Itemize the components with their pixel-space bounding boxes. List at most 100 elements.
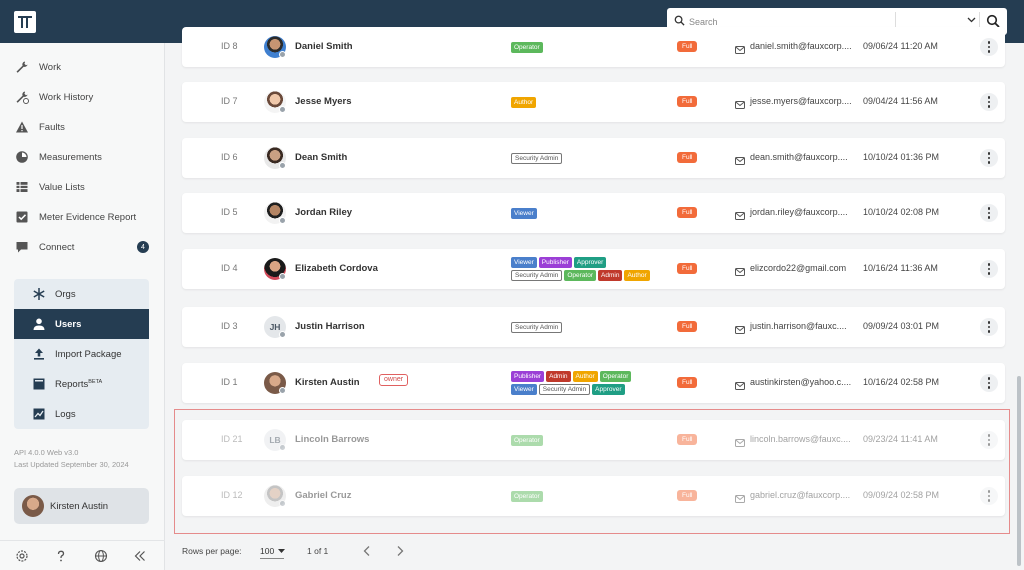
chevron-down-icon[interactable] [967, 17, 976, 23]
user-id: ID 4 [221, 263, 238, 273]
role-tag: Admin [598, 270, 623, 281]
globe-icon[interactable] [94, 549, 108, 563]
chart-line-icon [32, 407, 46, 421]
status-dot [279, 51, 286, 58]
caret-down-icon[interactable] [278, 549, 285, 553]
user-name: Jordan Riley [295, 207, 353, 218]
scrollbar[interactable] [1017, 376, 1021, 566]
page-info: 1 of 1 [307, 546, 329, 556]
next-page-icon[interactable] [395, 545, 405, 557]
version-info: API 4.0.0 Web v3.0 Last Updated Septembe… [14, 447, 129, 471]
sidebar-item-measurements[interactable]: Measurements [0, 142, 165, 172]
table-row[interactable]: ID 8 Daniel Smith Operator Full daniel.smith… [182, 27, 1005, 67]
access-badge: Full [677, 377, 698, 388]
user-name: Elizabeth Cordova [295, 263, 378, 274]
user-name: Kirsten Austin [295, 377, 360, 388]
user-id: ID 6 [221, 152, 238, 162]
more-options-icon[interactable] [980, 149, 998, 167]
user-email: jordan.riley@fauxcorp.... [750, 207, 848, 217]
more-options-icon[interactable] [980, 318, 998, 336]
role-tags: Viewer [511, 193, 671, 233]
role-tag: Author [572, 371, 598, 382]
sidebar-item-value-lists[interactable]: Value Lists [0, 172, 165, 202]
role-tag: Operator [511, 41, 543, 53]
sidebar-item-label: Work [39, 61, 61, 73]
warning-icon [15, 120, 29, 134]
table-row[interactable]: ID 7 Jesse Myers Author Full jesse.myers@fau… [182, 82, 1005, 122]
sidebar-item-label: Meter Evidence Report [39, 211, 137, 223]
more-options-icon[interactable] [980, 374, 998, 392]
sidebar-item-logs[interactable]: Logs [14, 399, 149, 429]
role-tags: Security Admin [511, 138, 671, 178]
wrench-history-icon [15, 90, 29, 104]
role-tag: Approver [573, 257, 607, 268]
wrench-icon [15, 60, 29, 74]
more-options-icon[interactable] [980, 38, 998, 56]
sidebar-item-meter-evidence-report[interactable]: Meter Evidence Report [0, 202, 165, 232]
role-tag: Operator [564, 270, 597, 281]
access-badge: Full [677, 207, 698, 218]
sidebar-item-users[interactable]: Users [14, 309, 149, 339]
last-login-date: 10/10/24 01:36 PM [863, 152, 940, 162]
sidebar-item-label: Faults [39, 121, 65, 133]
sidebar-item-label: Measurements [39, 151, 102, 163]
table-row[interactable]: ID 6 Dean Smith Security Admin Full dean.smi… [182, 138, 1005, 178]
role-tag: Publisher [538, 257, 572, 268]
table-row[interactable]: ID 5 Jordan Riley Viewer Full jordan.riley@f… [182, 193, 1005, 233]
mail-icon [735, 321, 745, 339]
role-tags: Viewer Publisher Approver Security Admin Ope… [511, 249, 671, 289]
avatar [22, 495, 44, 517]
sidebar-item-label: Value Lists [39, 181, 85, 193]
sidebar-item-connect[interactable]: Connect 4 [0, 232, 165, 262]
role-tag: Admin [546, 371, 571, 382]
user-name: Daniel Smith [295, 41, 353, 52]
app-logo[interactable] [14, 11, 36, 33]
user-email: dean.smith@fauxcorp.... [750, 152, 848, 162]
mail-icon [735, 263, 745, 281]
current-user-name: Kirsten Austin [50, 501, 109, 512]
sidebar-item-orgs[interactable]: Orgs [14, 279, 149, 309]
checkbox-icon [15, 210, 29, 224]
sidebar: Work Work History Faults Measurements Value … [0, 43, 165, 570]
more-options-icon[interactable] [980, 93, 998, 111]
last-login-date: 10/16/24 11:36 AM [863, 263, 938, 273]
role-tag: Security Admin [538, 384, 591, 395]
role-tag: Author [511, 96, 537, 108]
admin-menu: Orgs Users Import Package ReportsBETA Logs [14, 279, 149, 429]
status-dot [279, 273, 286, 280]
more-options-icon[interactable] [980, 260, 998, 278]
sidebar-item-faults[interactable]: Faults [0, 112, 165, 142]
user-name: Justin Harrison [295, 321, 365, 332]
notification-badge: 4 [137, 241, 149, 253]
sidebar-item-label: Work History [39, 91, 94, 103]
sidebar-item-reports[interactable]: ReportsBETA [14, 369, 149, 399]
mail-icon [735, 377, 745, 395]
table-row[interactable]: ID 1 Kirsten Austin owner Publisher Admin Aut… [182, 363, 1005, 403]
table-row[interactable]: ID 4 Elizabeth Cordova Viewer Publisher Appr… [182, 249, 1005, 289]
sidebar-item-label: Orgs [55, 289, 76, 300]
search-button[interactable] [986, 14, 1000, 28]
user-email: elizcordo22@gmail.com [750, 263, 847, 273]
user-email: justin.harrison@fauxc.... [750, 321, 847, 331]
sidebar-item-import-package[interactable]: Import Package [14, 339, 149, 369]
sidebar-item-label: Users [55, 319, 82, 330]
role-tag: Viewer [511, 207, 537, 219]
current-user[interactable]: Kirsten Austin [14, 488, 149, 524]
user-name: Jesse Myers [295, 96, 352, 107]
role-tag: Security Admin [511, 152, 563, 164]
table-row[interactable]: ID 3 JH Justin Harrison Security Admin Full j… [182, 307, 1005, 347]
collapse-sidebar-icon[interactable] [133, 549, 147, 563]
previous-page-icon[interactable] [362, 545, 372, 557]
mail-icon [735, 207, 745, 225]
mail-icon [735, 41, 745, 59]
sidebar-item-label: Connect [39, 241, 75, 253]
upload-icon [32, 347, 46, 361]
status-dot [279, 162, 286, 169]
more-options-icon[interactable] [980, 204, 998, 222]
sidebar-item-work[interactable]: Work [0, 52, 165, 82]
gear-icon[interactable] [15, 549, 29, 563]
user-id: ID 1 [221, 377, 238, 387]
sidebar-item-work-history[interactable]: Work History [0, 82, 165, 112]
user-email: jesse.myers@fauxcorp.... [750, 96, 852, 106]
help-icon[interactable] [54, 549, 68, 563]
